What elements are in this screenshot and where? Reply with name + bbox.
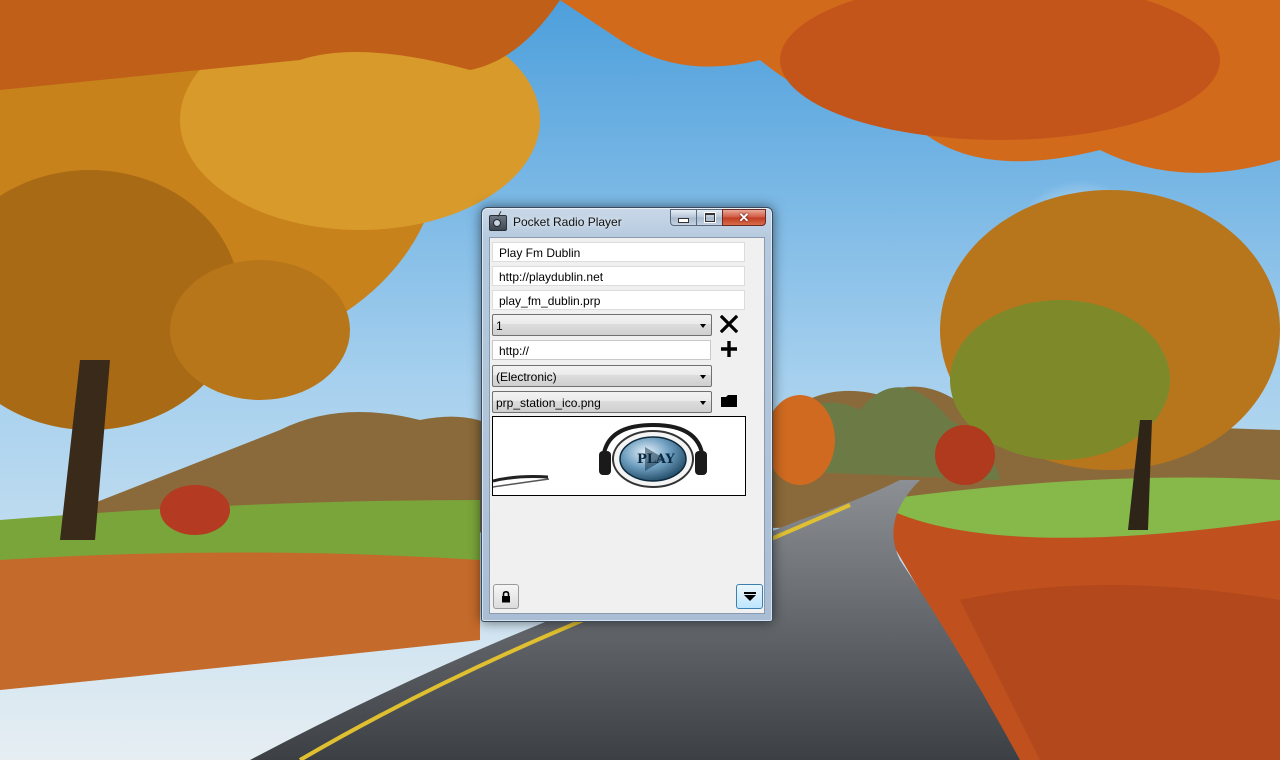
maximize-icon (704, 213, 715, 222)
station-website-field[interactable]: http://playdublin.net (492, 266, 745, 286)
chevron-down-icon (700, 375, 706, 379)
lock-button[interactable] (493, 584, 519, 609)
minimize-icon (678, 218, 689, 223)
genre-select[interactable]: (Electronic) (492, 365, 712, 387)
station-logo-preview: PLAY (492, 416, 746, 496)
title-bar[interactable]: Pocket Radio Player ✕ (482, 208, 772, 236)
stream-select[interactable]: 1 (492, 314, 712, 336)
station-logo-text: PLAY (637, 452, 675, 467)
client-area: Play Fm Dublin http://playdublin.net pla… (489, 237, 765, 614)
station-file-field[interactable]: play_fm_dublin.prp (492, 290, 745, 310)
pocket-radio-window: Pocket Radio Player ✕ Play Fm Dublin htt… (481, 207, 773, 622)
collapse-button[interactable] (736, 584, 763, 609)
close-icon: ✕ (738, 210, 750, 225)
station-logo-image (493, 422, 707, 488)
maximize-button[interactable] (696, 209, 722, 226)
lock-icon (502, 590, 510, 602)
window-title: Pocket Radio Player (513, 215, 622, 229)
chevron-down-icon (700, 324, 706, 328)
stream-select-value: 1 (496, 319, 503, 333)
add-stream-button[interactable] (719, 339, 739, 359)
browse-icon-button[interactable] (719, 391, 739, 411)
remove-stream-button[interactable] (719, 314, 739, 334)
icon-select[interactable]: prp_station_ico.png (492, 391, 712, 413)
minimize-button[interactable] (670, 209, 696, 226)
close-button[interactable]: ✕ (722, 209, 766, 226)
stream-url-input[interactable]: http:// (492, 340, 711, 360)
chevron-down-icon (700, 401, 706, 405)
station-name-field[interactable]: Play Fm Dublin (492, 242, 745, 262)
plus-icon (721, 341, 737, 357)
close-x-icon (720, 315, 738, 333)
radio-icon[interactable] (489, 215, 507, 231)
collapse-arrow-icon (743, 592, 756, 601)
folder-icon (721, 395, 737, 407)
genre-select-value: (Electronic) (496, 370, 557, 384)
icon-select-value: prp_station_ico.png (496, 396, 601, 410)
caption-buttons: ✕ (670, 209, 766, 227)
